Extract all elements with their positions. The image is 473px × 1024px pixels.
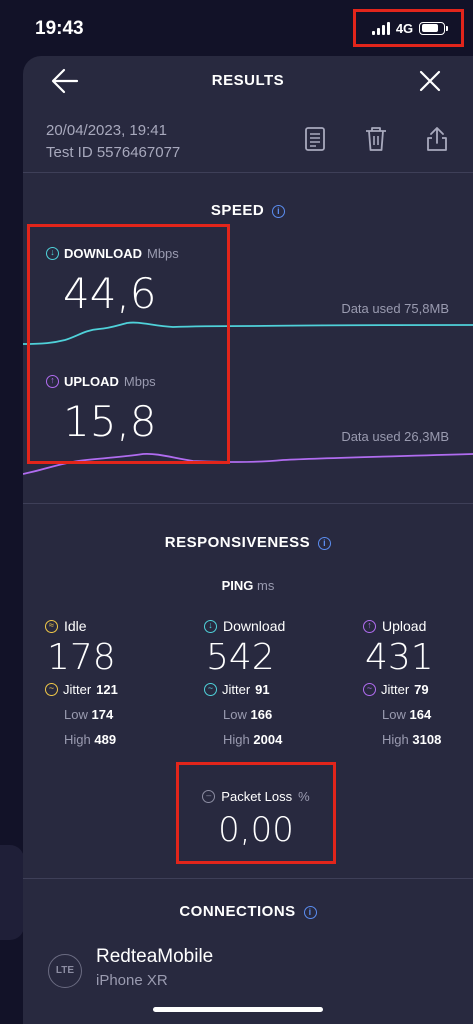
document-icon[interactable]: [303, 126, 327, 152]
status-time: 19:43: [35, 18, 84, 39]
packet-loss-icon: –: [202, 790, 216, 803]
provider-name: RedteaMobile: [96, 946, 214, 967]
idle-icon: ≈: [45, 619, 58, 633]
trash-icon[interactable]: [364, 126, 388, 152]
download-arrow-icon: ↓: [46, 247, 59, 260]
home-indicator[interactable]: [153, 1007, 323, 1012]
divider: [23, 503, 473, 504]
provider-logo-icon: LTE: [48, 954, 82, 988]
ping-upload-value: 431: [365, 637, 434, 678]
packet-loss-box: – Packet Loss % 0,00: [176, 762, 336, 864]
ping-idle: ≈ Idle 178 ~ Jitter 121 Low 174 High 489: [45, 618, 165, 747]
provider-device: iPhone XR: [96, 972, 168, 986]
page-title: RESULTS: [211, 72, 285, 89]
test-id: Test ID 5576467077: [46, 144, 181, 161]
network-type: 4G: [395, 20, 414, 36]
ping-title: PING ms: [221, 578, 275, 593]
upload-data-used: Data used 26,3MB: [341, 429, 449, 444]
speed-section-title: SPEED i: [23, 202, 473, 219]
status-indicators: 4G: [353, 9, 464, 47]
signal-icon: [371, 21, 390, 35]
info-icon[interactable]: i: [303, 906, 317, 919]
results-sheet: RESULTS 20/04/2023, 19:41 Test ID 557646…: [23, 56, 473, 1024]
packet-loss-value: 0,00: [218, 810, 294, 850]
ping-idle-value: 178: [47, 637, 116, 678]
ping-upload: ↑ Upload 431 ~ Jitter 79 Low 164 High 3108: [363, 618, 473, 747]
speed-highlight-box: ↓ DOWNLOAD Mbps 44,6 ↑ UPLOAD Mbps 15,8: [27, 224, 230, 464]
upload-arrow-icon: ↑: [363, 619, 376, 633]
upload-value: 15,8: [63, 397, 157, 446]
divider: [23, 878, 473, 879]
upload-arrow-icon: ↑: [46, 375, 59, 388]
download-arrow-icon: ↓: [204, 619, 217, 633]
jitter-icon: ~: [363, 683, 376, 696]
jitter-icon: ~: [45, 683, 58, 696]
upload-label: ↑ UPLOAD Mbps: [46, 374, 156, 389]
ping-download: ↓ Download 542 ~ Jitter 91 Low 166 High 200…: [204, 618, 324, 747]
download-value: 44,6: [63, 269, 157, 318]
divider: [23, 172, 473, 173]
status-bar: 19:43 4G: [0, 0, 473, 56]
packet-loss-label: – Packet Loss %: [179, 789, 333, 804]
background-panel: [0, 845, 24, 940]
info-icon[interactable]: i: [318, 537, 332, 550]
jitter-icon: ~: [204, 683, 217, 696]
results-header: RESULTS: [23, 56, 473, 106]
responsiveness-section-title: RESPONSIVENESS i: [23, 534, 473, 551]
test-datetime: 20/04/2023, 19:41: [46, 122, 167, 139]
ping-download-value: 542: [206, 637, 275, 678]
download-data-used: Data used 75,8MB: [341, 301, 449, 316]
test-meta: 20/04/2023, 19:41 Test ID 5576467077: [46, 120, 180, 164]
connections-section-title: CONNECTIONS i: [23, 903, 473, 920]
battery-icon: [419, 21, 449, 35]
info-icon[interactable]: i: [272, 205, 286, 218]
share-icon[interactable]: [425, 126, 449, 152]
close-icon[interactable]: [418, 69, 442, 93]
download-label: ↓ DOWNLOAD Mbps: [46, 246, 179, 261]
